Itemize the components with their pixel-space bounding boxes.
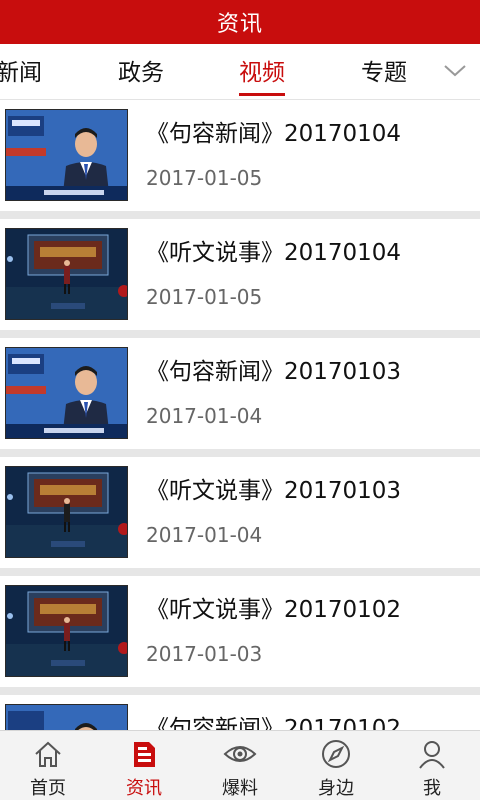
nav-home[interactable]: 首页: [0, 731, 96, 800]
nav-label: 身边: [318, 778, 354, 799]
video-thumbnail: [5, 109, 128, 201]
eye-icon: [223, 737, 257, 771]
video-thumbnail: [5, 585, 128, 677]
video-title: 《听文说事》20170103: [146, 478, 402, 504]
list-item[interactable]: 《听文说事》20170103 2017-01-04: [0, 457, 480, 568]
video-title: 《句容新闻》20170104: [146, 121, 402, 147]
video-title: 《句容新闻》20170103: [146, 359, 402, 385]
nav-nearby[interactable]: 身边: [288, 731, 384, 800]
tab-government[interactable]: 政务: [118, 44, 164, 99]
video-thumbnail: [5, 466, 128, 558]
tab-label: 新闻: [0, 60, 42, 86]
category-tabs: 新闻 政务 视频 专题: [0, 44, 480, 100]
bottom-navigation: 首页 资讯 爆料 身边 我: [0, 730, 480, 800]
tab-news[interactable]: 新闻: [0, 44, 42, 99]
nav-label: 资讯: [126, 778, 162, 799]
nav-label: 爆料: [222, 778, 258, 799]
tab-video[interactable]: 视频: [239, 44, 285, 99]
app-screen: 资讯 新闻 政务 视频 专题 《句容新闻》20170104 2017-01-05…: [0, 0, 480, 800]
compass-icon: [319, 737, 353, 771]
video-thumbnail: [5, 704, 128, 730]
nav-me[interactable]: 我: [384, 731, 480, 800]
nav-label: 我: [423, 778, 441, 799]
list-item[interactable]: 《听文说事》20170104 2017-01-05: [0, 219, 480, 330]
page-title: 资讯: [216, 12, 263, 37]
nav-label: 首页: [30, 778, 66, 799]
video-date: 2017-01-04: [146, 404, 263, 428]
video-date: 2017-01-05: [146, 166, 263, 190]
video-thumbnail: [5, 228, 128, 320]
title-bar: 资讯: [0, 0, 480, 44]
list-item[interactable]: 《句容新闻》20170104 2017-01-05: [0, 100, 480, 211]
nav-news[interactable]: 资讯: [96, 731, 192, 800]
tab-special[interactable]: 专题: [361, 44, 407, 99]
video-date: 2017-01-05: [146, 285, 263, 309]
tab-label: 专题: [361, 60, 407, 86]
home-icon: [31, 737, 65, 771]
list-item[interactable]: 《听文说事》20170102 2017-01-03: [0, 576, 480, 687]
video-thumbnail: [5, 347, 128, 439]
user-icon: [415, 737, 449, 771]
video-title: 《句容新闻》20170102: [146, 716, 402, 730]
chevron-down-icon[interactable]: [442, 58, 468, 84]
video-date: 2017-01-04: [146, 523, 263, 547]
tab-label: 政务: [118, 60, 164, 86]
list-item[interactable]: 《句容新闻》20170102: [0, 695, 480, 730]
tab-label: 视频: [239, 60, 285, 86]
video-date: 2017-01-03: [146, 642, 263, 666]
video-title: 《听文说事》20170102: [146, 597, 402, 623]
video-list: 《句容新闻》20170104 2017-01-05 《听文说事》20170104…: [0, 100, 480, 730]
active-tab-indicator: [239, 93, 285, 96]
news-icon: [127, 737, 161, 771]
list-item[interactable]: 《句容新闻》20170103 2017-01-04: [0, 338, 480, 449]
video-title: 《听文说事》20170104: [146, 240, 402, 266]
nav-report[interactable]: 爆料: [192, 731, 288, 800]
